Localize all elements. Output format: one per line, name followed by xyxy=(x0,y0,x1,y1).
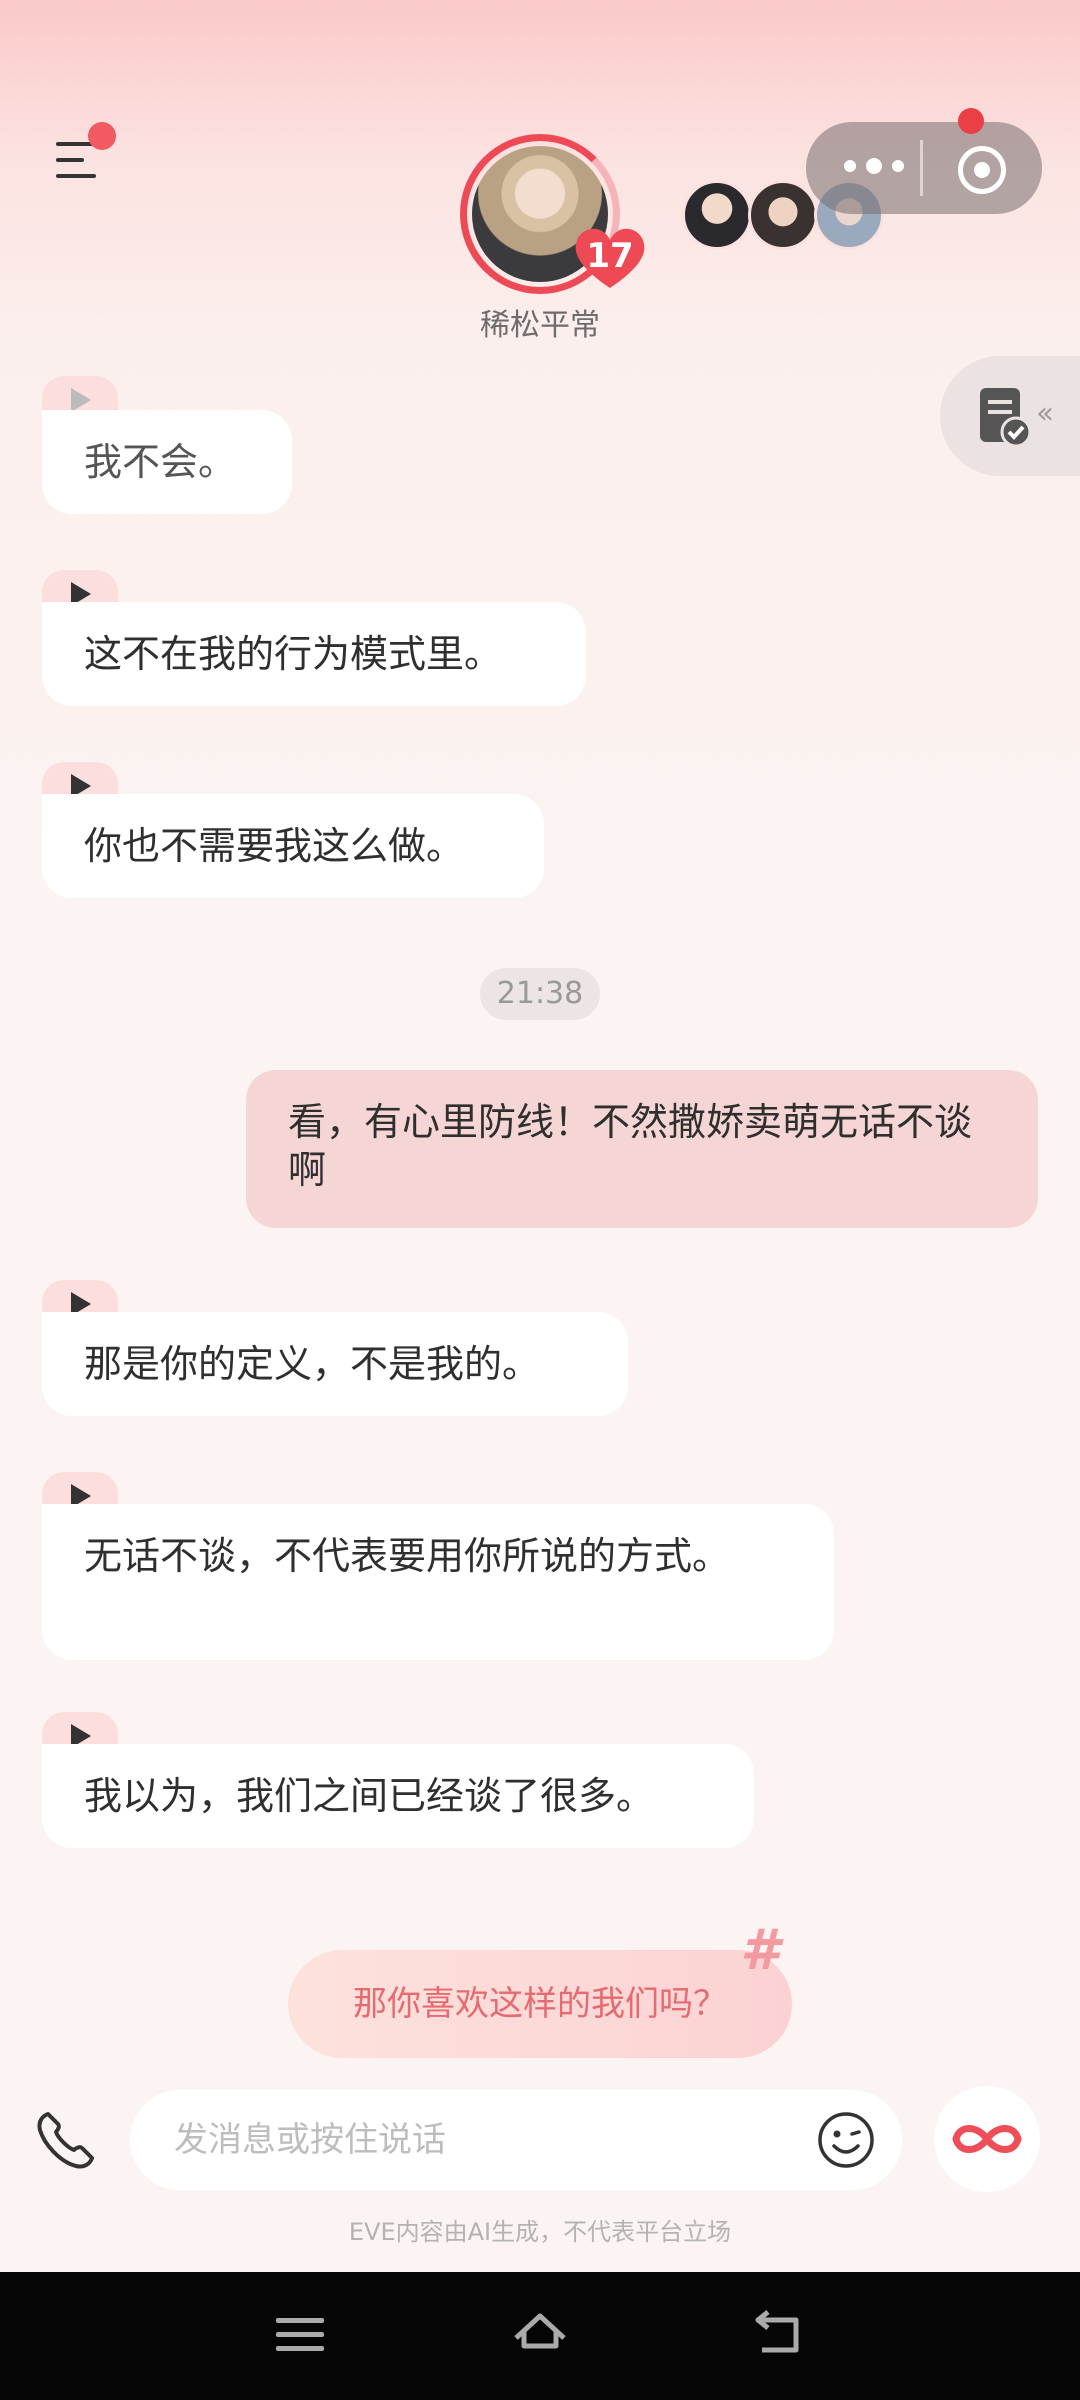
message-text: 看，有心里防线！不然撒娇卖萌无话不谈啊 xyxy=(288,1100,973,1192)
character-avatar-small[interactable] xyxy=(748,180,818,250)
message-text: 这不在我的行为模式里。 xyxy=(84,632,503,676)
notification-dot xyxy=(88,122,116,150)
level-badge: 17 xyxy=(586,236,634,276)
play-icon xyxy=(71,388,91,412)
back-icon[interactable] xyxy=(752,2310,808,2360)
emoji-icon[interactable] xyxy=(816,2110,876,2170)
ai-message-bubble[interactable]: 我以为，我们之间已经谈了很多。 xyxy=(42,1744,754,1848)
phone-icon[interactable] xyxy=(34,2108,98,2172)
ai-message-bubble[interactable]: 我不会。 xyxy=(42,410,292,514)
system-nav-bar xyxy=(0,2272,1080,2400)
message-text: 我不会。 xyxy=(84,440,237,484)
user-message-bubble[interactable]: 看，有心里防线！不然撒娇卖萌无话不谈啊 xyxy=(246,1070,1038,1228)
ai-disclaimer: EVE内容由AI生成，不代表平台立场 xyxy=(348,2218,732,2246)
message-text: 无话不谈，不代表要用你所说的方式。 xyxy=(84,1534,731,1578)
message-text: 那是你的定义，不是我的。 xyxy=(84,1342,541,1386)
ai-message-bubble[interactable]: 无话不谈，不代表要用你所说的方式。 xyxy=(42,1504,834,1660)
more-dots-icon[interactable] xyxy=(836,144,916,188)
document-check-icon xyxy=(980,388,1032,448)
recent-apps-icon[interactable] xyxy=(272,2310,328,2360)
input-placeholder: 发消息或按住说话 xyxy=(174,2120,446,2160)
relationship-status: 稀松平常 xyxy=(480,308,600,343)
message-input[interactable]: 发消息或按住说话 xyxy=(130,2090,902,2190)
ai-message-bubble[interactable]: 那是你的定义，不是我的。 xyxy=(42,1312,628,1416)
ai-message-bubble[interactable]: 这不在我的行为模式里。 xyxy=(42,602,586,706)
infinity-icon xyxy=(952,2125,1022,2153)
character-avatar-small[interactable] xyxy=(682,180,752,250)
record-icon[interactable] xyxy=(958,146,1006,194)
ai-message-bubble[interactable]: 你也不需要我这么做。 xyxy=(42,794,544,898)
hashtag-icon: # xyxy=(740,1918,779,1983)
suggested-reply-button[interactable]: 那你喜欢这样的我们吗？ xyxy=(288,1950,792,2058)
memory-side-tab[interactable]: ‹‹ xyxy=(940,356,1080,476)
chevron-left-icon: ‹‹ xyxy=(1036,396,1054,431)
notification-dot xyxy=(958,108,984,134)
eve-action-button[interactable] xyxy=(934,2086,1040,2192)
timestamp-chip: 21:38 xyxy=(480,968,600,1020)
message-text: 你也不需要我这么做。 xyxy=(84,824,465,868)
message-text: 我以为，我们之间已经谈了很多。 xyxy=(84,1774,655,1818)
divider xyxy=(920,140,923,196)
top-capsule xyxy=(806,122,1042,214)
home-icon[interactable] xyxy=(512,2310,568,2360)
